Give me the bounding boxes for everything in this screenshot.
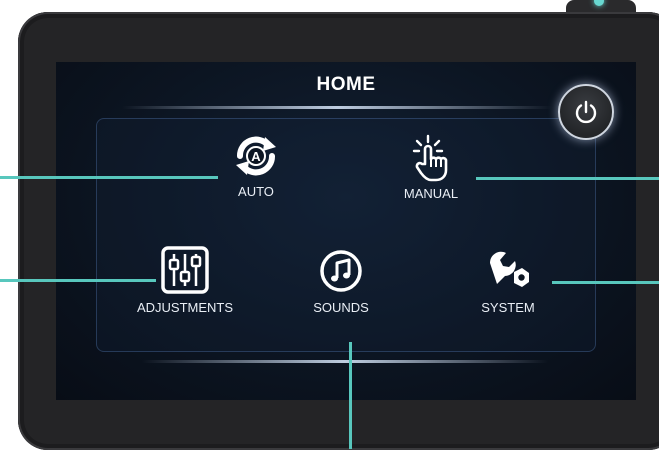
title-glow-divider (122, 106, 552, 109)
callout-line-sounds (349, 342, 352, 449)
sounds-icon-wrap (316, 246, 366, 296)
svg-text:A: A (251, 149, 261, 164)
callout-line-adjustments (0, 279, 156, 282)
callout-line-manual (476, 177, 659, 180)
tile-manual[interactable]: MANUAL (396, 134, 466, 201)
sliders-icon (161, 246, 209, 294)
auto-refresh-icon: A (236, 136, 276, 176)
auto-icon-wrap: A (231, 132, 281, 180)
callout-line-auto (0, 176, 218, 179)
wrench-icon (489, 251, 529, 287)
hand-tap-icon (412, 134, 448, 182)
tile-auto-label: AUTO (238, 184, 274, 199)
tile-sounds[interactable]: SOUNDS (296, 246, 386, 315)
touch-screen: HOME A AUTO MANUAL ADJUSTMENTS SOUNDS SY… (56, 62, 636, 400)
music-note-icon (320, 250, 362, 292)
callout-line-system (552, 281, 659, 284)
page-title: HOME (316, 74, 376, 95)
tile-sounds-label: SOUNDS (313, 300, 369, 315)
manual-icon-wrap (406, 134, 456, 182)
menu-panel (96, 118, 596, 352)
tile-auto[interactable]: A AUTO (224, 132, 288, 199)
tile-system[interactable]: SYSTEM (468, 246, 548, 315)
bottom-glow-divider (142, 360, 548, 363)
system-icon-wrap (483, 246, 533, 296)
tile-manual-label: MANUAL (403, 186, 459, 201)
adjustments-icon-wrap (157, 244, 213, 296)
tile-adjustments-label: ADJUSTMENTS (136, 300, 234, 315)
tile-system-label: SYSTEM (481, 300, 535, 315)
power-icon (575, 100, 597, 124)
power-button[interactable] (558, 84, 614, 140)
